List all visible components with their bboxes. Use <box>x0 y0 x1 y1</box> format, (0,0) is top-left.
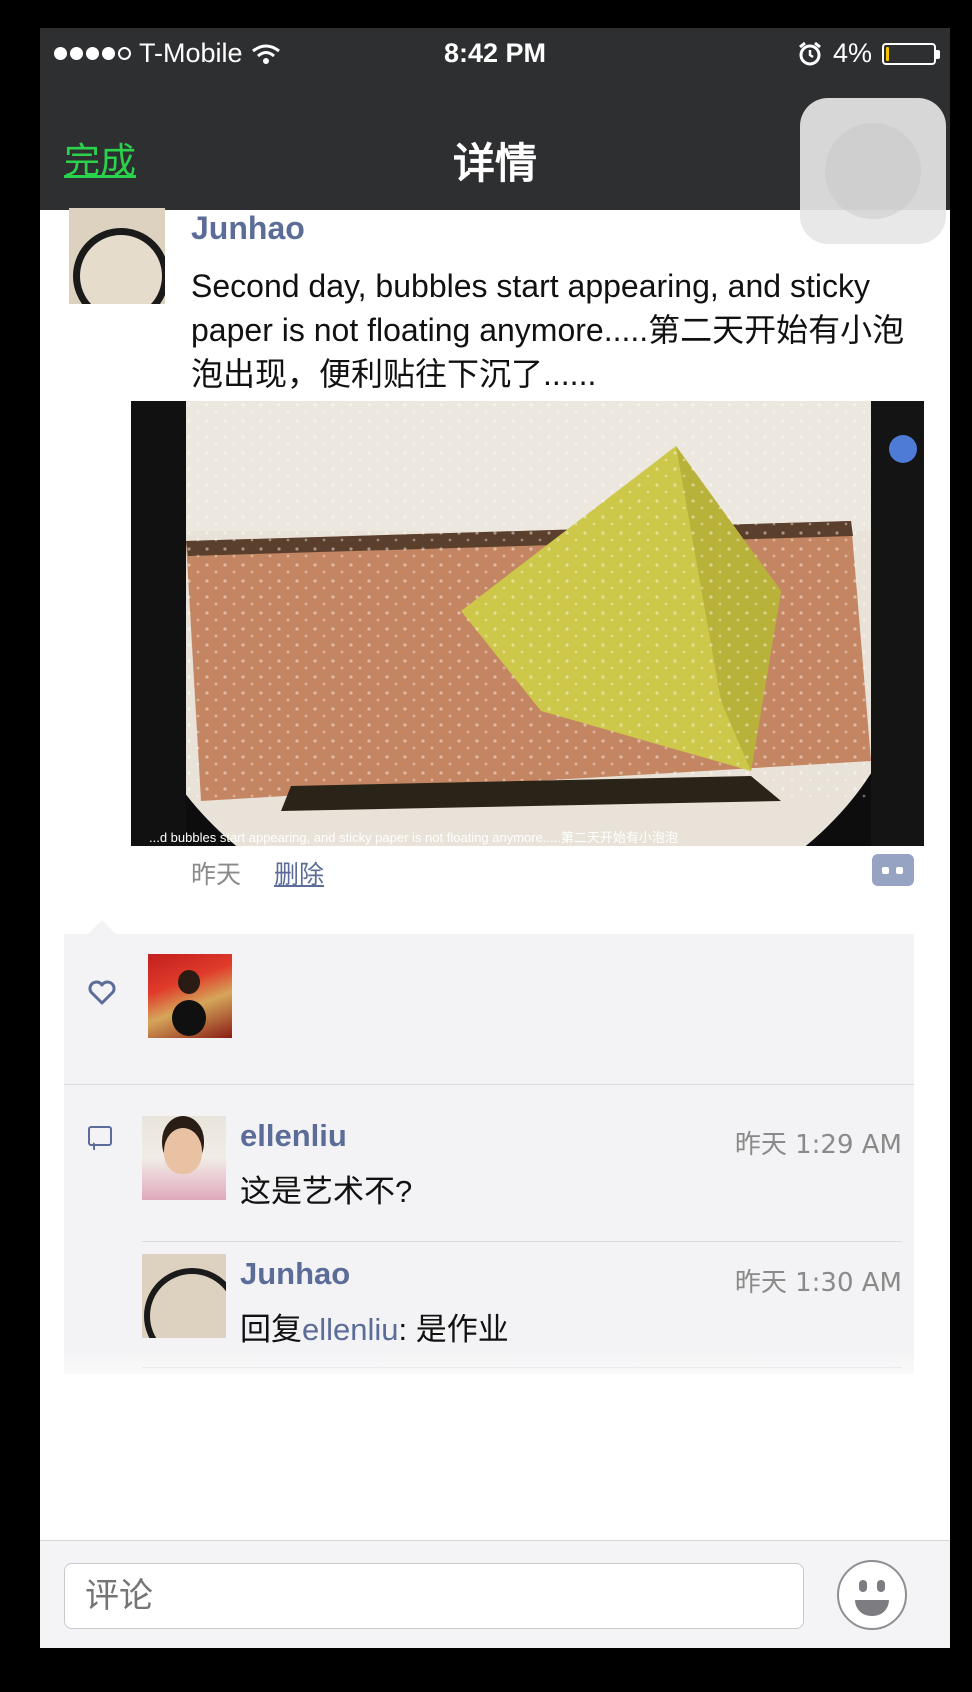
interaction-panel: ellenliu 昨天 1:29 AM 这是艺术不? Junhao 昨天 1:3… <box>64 934 914 1374</box>
commenter-avatar[interactable] <box>142 1254 226 1338</box>
video-caption: ...d bubbles start appearing, and sticky… <box>149 830 678 845</box>
comment-input[interactable] <box>64 1563 804 1629</box>
post-video-thumbnail[interactable]: ...d bubbles start appearing, and sticky… <box>131 401 924 846</box>
post-text: Second day, bubbles start appearing, and… <box>191 268 905 392</box>
delete-post-link[interactable]: 删除 <box>274 855 324 891</box>
comment-menu-icon[interactable] <box>872 854 914 886</box>
post-photo: ...d bubbles start appearing, and sticky… <box>131 401 924 846</box>
emoji-eye <box>877 1580 885 1592</box>
emoji-mouth <box>855 1600 889 1616</box>
battery-percent: 4% <box>832 38 872 68</box>
battery-icon <box>882 42 940 65</box>
comment-time: 昨天 1:30 AM <box>734 1268 902 1298</box>
post-author-name[interactable]: Junhao <box>191 210 305 247</box>
liker-avatar[interactable] <box>148 954 232 1038</box>
reply-prefix: 回复 <box>240 1312 302 1347</box>
phone-screen: T-Mobile 8:42 PM 4% 完成 详情 Junhao Second … <box>40 28 950 1648</box>
emoji-eye <box>859 1580 867 1592</box>
reply-text: : 是作业 <box>398 1312 509 1347</box>
status-right: 4% <box>797 38 940 69</box>
panel-pointer <box>88 920 116 934</box>
commenter-name[interactable]: ellenliu <box>240 1118 347 1154</box>
comment-time: 昨天 1:29 AM <box>734 1130 902 1160</box>
comment-input-bar <box>40 1540 950 1648</box>
scroll-fade <box>64 1348 914 1428</box>
comment-bubble-icon <box>88 1126 112 1146</box>
alarm-icon <box>799 41 821 65</box>
emoji-button[interactable] <box>837 1560 907 1630</box>
panel-divider <box>64 1084 914 1085</box>
reply-to-name[interactable]: ellenliu <box>302 1312 399 1347</box>
heart-icon <box>88 980 116 1005</box>
post-time: 昨天 <box>191 860 242 889</box>
assistive-touch-button[interactable] <box>800 98 946 244</box>
status-bar: T-Mobile 8:42 PM 4% <box>40 28 950 80</box>
commenter-avatar[interactable] <box>142 1116 226 1200</box>
comment-text: 这是艺术不? <box>240 1174 413 1209</box>
author-avatar[interactable] <box>69 208 165 304</box>
comment-divider <box>142 1241 902 1242</box>
comment-text: 回复ellenliu: 是作业 <box>240 1304 509 1349</box>
commenter-name[interactable]: Junhao <box>240 1256 350 1292</box>
comment-item[interactable]: ellenliu 昨天 1:29 AM 这是艺术不? <box>142 1116 902 1244</box>
